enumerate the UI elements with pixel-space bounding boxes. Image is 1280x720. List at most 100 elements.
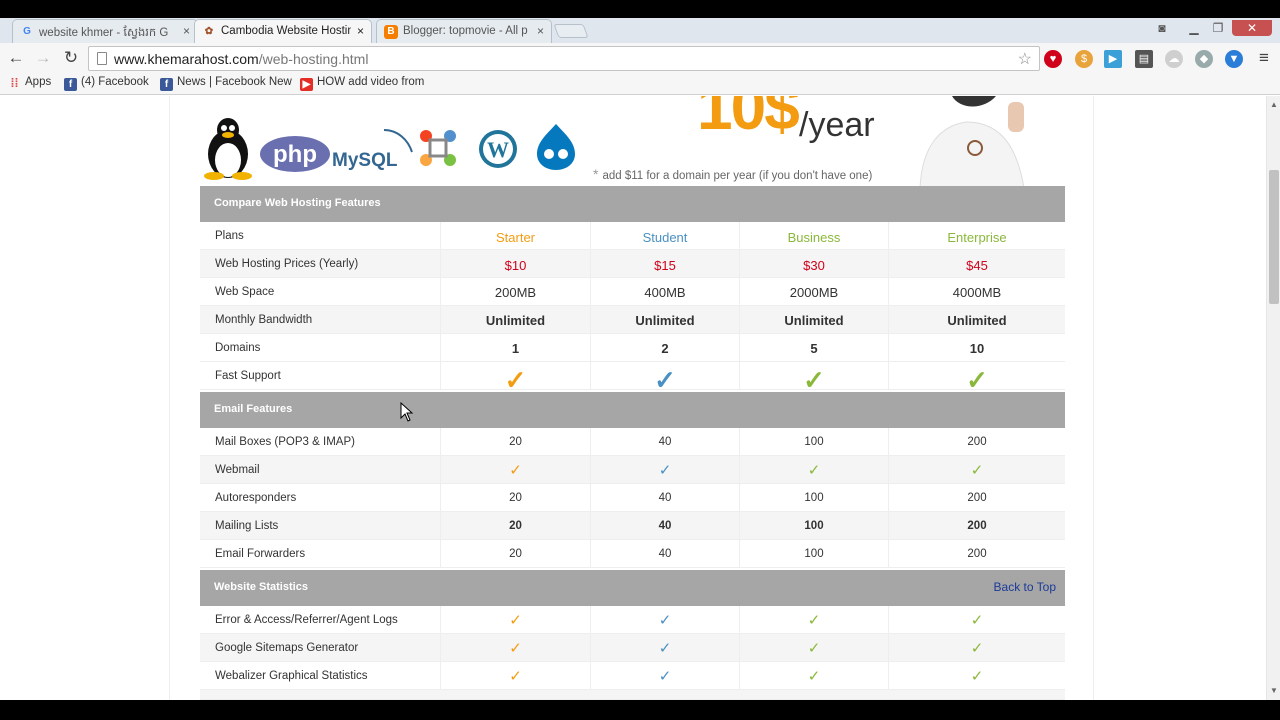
facebook-icon: f [160, 78, 173, 91]
check-icon: ✓ [658, 612, 672, 629]
plan-student: Student [591, 222, 740, 250]
page-icon [97, 52, 107, 65]
coin-extension-icon[interactable]: $ [1075, 50, 1093, 68]
scroll-down-icon[interactable]: ▼ [1270, 686, 1278, 695]
section-header-email: Email Features [200, 392, 1065, 428]
scroll-up-icon[interactable]: ▲ [1270, 100, 1278, 109]
bookmark-facebook[interactable]: f (4) Facebook [64, 76, 149, 91]
google-icon: G [23, 26, 31, 37]
adblock-extension-icon[interactable]: ▼ [1225, 50, 1243, 68]
tab-google-search[interactable]: G website khmer - ស្វែងរក G × [12, 19, 198, 43]
close-window-button[interactable]: ✕ [1232, 20, 1272, 36]
table-row-autoresponders: Autoresponders 20 40 100 200 [200, 484, 1065, 512]
joomla-logo [420, 130, 456, 166]
back-to-top-link[interactable]: Back to Top [994, 580, 1056, 594]
svg-text:W: W [487, 137, 509, 162]
tab-title: Cambodia Website Hostin [221, 25, 351, 37]
check-icon: ✓ [509, 640, 522, 657]
table-row-fast-support: Fast Support ✓ ✓ ✓ ✓ [200, 362, 1065, 393]
blogger-icon: B [384, 25, 398, 39]
php-logo: php [260, 136, 330, 172]
mouse-cursor-icon [400, 402, 414, 422]
section-header-statistics: Website Statistics Back to Top [200, 570, 1065, 606]
scrollbar-thumb[interactable] [1269, 170, 1279, 304]
table-row-bandwidth: Monthly Bandwidth Unlimited Unlimited Un… [200, 306, 1065, 334]
tab-title: website khmer - ស្វែងរក G [39, 27, 169, 39]
check-icon: ✓ [509, 462, 522, 479]
section-header-hosting: Compare Web Hosting Features [200, 186, 1065, 222]
check-icon: ✓ [509, 612, 522, 629]
plan-business: Business [740, 222, 889, 250]
vertical-scrollbar[interactable]: ▲ ▼ [1266, 96, 1280, 700]
cast-extension-icon[interactable]: ▶ [1104, 50, 1122, 68]
check-icon: ✓ [658, 668, 672, 685]
table-row-prices: Web Hosting Prices (Yearly) $10 $15 $30 … [200, 250, 1065, 278]
check-icon: ✓ [807, 640, 821, 657]
table-row-mailboxes: Mail Boxes (POP3 & IMAP) 20 40 100 200 [200, 428, 1065, 456]
apps-grid-icon: ⁞⁞ [10, 76, 19, 90]
check-icon: ✓ [509, 668, 522, 685]
browser-toolbar: ← → ↻ www.khemarahost.com/web-hosting.ht… [0, 43, 1280, 73]
table-row-logs: Error & Access/Referrer/Agent Logs ✓ ✓ ✓… [200, 606, 1065, 634]
bookmarks-bar: ⁞⁞ Apps f (4) Facebook f News | Facebook Ne… [0, 73, 1280, 95]
check-icon: ✓ [803, 365, 825, 395]
check-icon: ✓ [654, 365, 676, 395]
browser-window: G website khmer - ស្វែងរក G × ✿ Cambodia… [0, 0, 1280, 720]
bookmark-youtube[interactable]: ▶ HOW add video from [300, 76, 424, 91]
check-icon: ✓ [970, 612, 984, 629]
check-icon: ✓ [970, 640, 984, 657]
pocket-extension-icon[interactable]: ♥ [1044, 50, 1062, 68]
promo-per-year: /year [799, 106, 875, 144]
table-row-web-space: Web Space 200MB 400MB 2000MB 4000MB [200, 278, 1065, 306]
user-profile-icon[interactable]: ◙ [1150, 20, 1174, 36]
table-row-sitemaps: Google Sitemaps Generator ✓ ✓ ✓ ✓ [200, 634, 1065, 662]
site-favicon-icon: ✿ [204, 26, 214, 37]
reload-button[interactable]: ↻ [60, 47, 82, 69]
svg-text:php: php [273, 141, 317, 168]
table-row-plans: Plans Starter Student Business Enterpris… [200, 222, 1065, 250]
check-icon: ✓ [658, 462, 672, 479]
print-extension-icon[interactable]: ▤ [1135, 50, 1153, 68]
minimize-button[interactable]: ▁ [1182, 20, 1206, 36]
close-icon[interactable]: × [537, 24, 544, 38]
linux-tux-icon [204, 118, 252, 180]
table-row-domains: Domains 1 2 5 10 [200, 334, 1065, 362]
table-row-partial [200, 690, 1065, 700]
back-button[interactable]: ← [5, 47, 27, 69]
mysql-logo: MySQL [332, 129, 413, 171]
wordpress-logo: W [479, 130, 517, 168]
new-tab-button[interactable] [553, 24, 589, 38]
bookmark-apps[interactable]: ⁞⁞ Apps [8, 76, 52, 90]
check-icon: ✓ [970, 668, 984, 685]
close-icon[interactable]: × [183, 24, 190, 38]
facebook-icon: f [64, 78, 77, 91]
check-icon: ✓ [807, 612, 821, 629]
plan-starter: Starter [441, 222, 591, 250]
check-icon: ✓ [807, 462, 821, 479]
bookmark-facebook-news[interactable]: f News | Facebook New [160, 76, 292, 91]
promo-price: 10$ [697, 96, 800, 143]
promo-model-image [900, 96, 1032, 188]
table-row-mailing-lists: Mailing Lists 20 40 100 200 [200, 512, 1065, 540]
check-icon: ✓ [966, 365, 988, 395]
shield-extension-icon[interactable]: ◆ [1195, 50, 1213, 68]
check-icon: ✓ [504, 365, 527, 395]
address-bar[interactable]: www.khemarahost.com/web-hosting.html ☆ [88, 46, 1040, 71]
cloud-extension-icon[interactable]: ☁ [1165, 50, 1183, 68]
maximize-button[interactable]: ❐ [1206, 20, 1230, 36]
svg-text:MySQL: MySQL [332, 150, 398, 171]
drupal-logo [537, 124, 575, 170]
tab-title: Blogger: topmovie - All p [403, 25, 528, 37]
tab-blogger[interactable]: B Blogger: topmovie - All p × [376, 19, 552, 43]
check-icon: ✓ [807, 668, 821, 685]
bookmark-star-icon[interactable]: ☆ [1018, 49, 1032, 69]
menu-icon[interactable]: ≡ [1253, 47, 1275, 69]
table-row-webmail: Webmail ✓ ✓ ✓ ✓ [200, 456, 1065, 484]
check-icon: ✓ [970, 462, 984, 479]
bottom-border [0, 700, 1280, 720]
plan-enterprise: Enterprise [947, 230, 1007, 245]
tab-cambodia-hosting[interactable]: ✿ Cambodia Website Hostin × [194, 19, 372, 43]
page-content: php MySQL W 10$ /year * add $11 for a do… [0, 96, 1266, 700]
close-icon[interactable]: × [357, 24, 364, 38]
forward-button[interactable]: → [32, 47, 54, 69]
